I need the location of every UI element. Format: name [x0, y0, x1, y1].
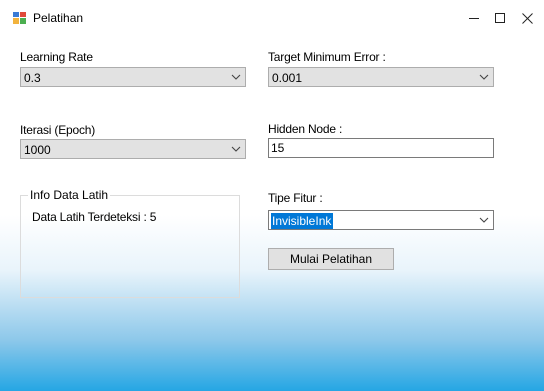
- hidden-node-input[interactable]: [271, 141, 481, 155]
- maximize-icon: [495, 13, 505, 23]
- title-bar: Pelatihan: [0, 0, 544, 36]
- learning-rate-label: Learning Rate: [20, 50, 93, 64]
- learning-rate-value: 0.3: [24, 71, 41, 85]
- close-icon: [521, 12, 533, 24]
- iterasi-label: Iterasi (Epoch): [20, 123, 96, 137]
- pelatihan-window: Pelatihan Learning Rate 0.3 Target Minim…: [0, 0, 544, 391]
- data-latih-count: Data Latih Terdeteksi : 5: [32, 210, 157, 224]
- tipe-fitur-value: InvisibleInk: [271, 213, 334, 229]
- hidden-node-label: Hidden Node :: [268, 122, 343, 136]
- minimize-icon: [469, 18, 479, 19]
- chevron-down-icon: [231, 146, 241, 152]
- chevron-down-icon: [231, 74, 241, 80]
- maximize-button[interactable]: [486, 6, 514, 30]
- minimize-button[interactable]: [460, 6, 488, 30]
- close-button[interactable]: [513, 6, 541, 30]
- hidden-node-field[interactable]: [268, 138, 494, 158]
- target-min-error-label: Target Minimum Error :: [268, 50, 386, 64]
- mulai-pelatihan-button[interactable]: Mulai Pelatihan: [268, 248, 394, 270]
- chevron-down-icon: [479, 74, 489, 80]
- tipe-fitur-dropdown[interactable]: InvisibleInk: [268, 210, 494, 230]
- chevron-down-icon: [479, 217, 489, 223]
- window-title: Pelatihan: [33, 11, 84, 25]
- tipe-fitur-label: Tipe Fitur :: [268, 191, 323, 205]
- learning-rate-dropdown[interactable]: 0.3: [20, 67, 246, 87]
- target-min-error-dropdown[interactable]: 0.001: [268, 67, 494, 87]
- iterasi-value: 1000: [24, 143, 51, 157]
- iterasi-dropdown[interactable]: 1000: [20, 139, 246, 159]
- target-min-error-value: 0.001: [272, 71, 303, 85]
- app-icon: [13, 12, 26, 24]
- info-data-latih-title: Info Data Latih: [28, 188, 111, 202]
